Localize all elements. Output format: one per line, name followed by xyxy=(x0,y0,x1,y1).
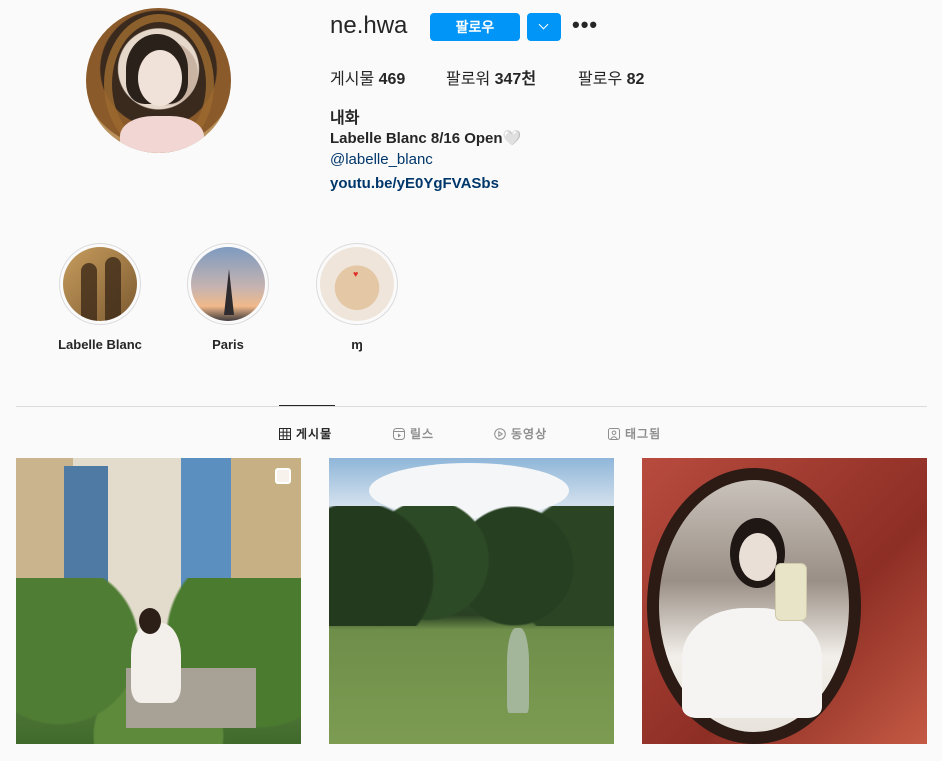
active-tab-indicator xyxy=(279,405,335,406)
bio-mention-link[interactable]: @labelle_blanc xyxy=(330,151,433,168)
profile-avatar[interactable] xyxy=(86,8,231,153)
profile-username: ne.hwa xyxy=(330,12,408,39)
chevron-down-icon xyxy=(538,19,549,30)
post-thumbnail[interactable] xyxy=(329,458,614,744)
bio-external-link[interactable]: youtu.be/yE0YgFVASbs xyxy=(330,175,499,192)
follow-button[interactable]: 팔로우 xyxy=(430,13,520,41)
carousel-icon xyxy=(275,468,291,484)
tab-reels[interactable]: 릴스 xyxy=(393,425,434,442)
tab-videos[interactable]: 동영상 xyxy=(494,425,547,442)
tagged-icon xyxy=(608,428,620,440)
posts-count: 게시물 469 xyxy=(330,71,406,88)
highlight-label: ɱ xyxy=(351,337,363,352)
tab-tagged[interactable]: 태그됨 xyxy=(608,425,661,442)
tabs-divider xyxy=(16,406,927,407)
post-thumbnail[interactable] xyxy=(642,458,927,744)
highlight-label: Paris xyxy=(212,337,244,352)
profile-full-name: 내화 xyxy=(330,110,360,127)
suggested-accounts-button[interactable] xyxy=(527,13,561,41)
post-thumbnail[interactable] xyxy=(16,458,301,744)
tab-posts[interactable]: 게시물 xyxy=(279,425,332,442)
highlight-label: Labelle Blanc xyxy=(58,337,142,352)
more-options-button[interactable]: ••• xyxy=(572,14,598,36)
highlight-m[interactable]: ♥ ɱ xyxy=(316,243,398,352)
video-icon xyxy=(494,428,506,440)
followers-count[interactable]: 팔로워 347천 xyxy=(446,65,536,89)
highlight-labelle-blanc[interactable]: Labelle Blanc xyxy=(58,243,142,352)
reels-icon xyxy=(393,428,405,440)
highlight-paris[interactable]: Paris xyxy=(187,243,269,352)
profile-bio: Labelle Blanc 8/16 Open🤍 xyxy=(330,130,522,147)
following-count[interactable]: 팔로우 82 xyxy=(578,65,644,89)
grid-icon xyxy=(279,428,291,440)
